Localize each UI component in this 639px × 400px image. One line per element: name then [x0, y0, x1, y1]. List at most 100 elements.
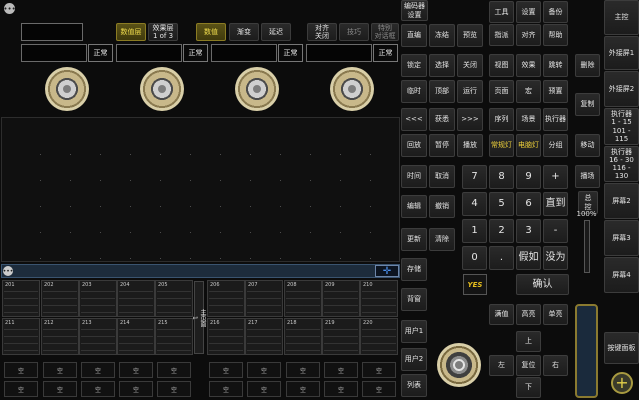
executor-16-30-button[interactable]: 执行器 16 - 30 116 - 130 — [604, 146, 639, 182]
table-cell[interactable]: 220 — [360, 318, 398, 355]
options-icon[interactable]: ••• — [3, 266, 13, 276]
up-button[interactable]: 上 — [516, 331, 541, 352]
right-button[interactable]: 右 — [543, 355, 568, 376]
special-dialog-button[interactable]: 特别 对话框 — [371, 23, 399, 41]
fader-knob[interactable] — [437, 343, 481, 387]
encoder-1-state[interactable]: 正常 — [88, 44, 113, 62]
wheel-scroll-track[interactable] — [575, 304, 598, 398]
reset-button[interactable]: 复位 — [516, 355, 541, 376]
table-cell[interactable]: 213 — [79, 318, 117, 355]
numpad-key-6[interactable]: 6 — [516, 192, 541, 216]
table-cell[interactable]: 209 — [322, 280, 360, 317]
highlight-button[interactable]: 高亮 — [516, 304, 541, 325]
executor-slot[interactable]: 空 — [247, 362, 281, 378]
executor-slot[interactable]: 空 — [362, 362, 396, 378]
encoder-knob-2[interactable] — [140, 67, 184, 111]
executor-slot[interactable]: 空 — [4, 381, 38, 397]
full-button[interactable]: 满值 — [489, 304, 514, 325]
key-row_a-1[interactable]: 冻结 — [429, 24, 455, 47]
values-layer-button[interactable]: 数值层 — [116, 23, 146, 41]
confirm-button[interactable]: 确认 — [516, 274, 569, 295]
field-button[interactable]: 播场 — [575, 165, 600, 188]
table-cell[interactable]: 218 — [284, 318, 322, 355]
crosshair-icon[interactable]: ✛ — [375, 265, 399, 277]
numpad-key-12[interactable]: 0 — [462, 246, 487, 270]
executor-slot[interactable]: 空 — [247, 381, 281, 397]
table-cell[interactable]: 215 — [155, 318, 193, 355]
table-cell[interactable]: 219 — [322, 318, 360, 355]
tools-key-0[interactable]: 工具 — [489, 1, 514, 23]
side-key-5[interactable]: 用户1 — [401, 320, 427, 343]
executor-slot[interactable]: 空 — [157, 381, 191, 397]
key-row_e-2[interactable]: 播放 — [457, 134, 483, 157]
executor-slot[interactable]: 空 — [286, 381, 320, 397]
key-row_c-0[interactable]: 临时 — [401, 80, 427, 103]
light-key-2[interactable]: 分组 — [543, 134, 568, 157]
screen-3-button[interactable]: 屏幕3 — [604, 220, 639, 256]
view-key-1[interactable]: 效果 — [516, 54, 541, 77]
key-row_b-1[interactable]: 选择 — [429, 54, 455, 77]
screen-2-button[interactable]: 屏幕2 — [604, 183, 639, 219]
tools2-key-1[interactable]: 对齐 — [516, 24, 541, 46]
solo-button[interactable]: 单亮 — [543, 304, 568, 325]
menu-icon[interactable]: ••• — [3, 3, 16, 14]
tab-fade[interactable]: 渐变 — [229, 23, 259, 41]
side-b-key-0[interactable]: 取消 — [429, 165, 455, 188]
table-cell[interactable]: 214 — [117, 318, 155, 355]
encoder-knob-4[interactable] — [330, 67, 374, 111]
numpad-key-2[interactable]: 9 — [516, 165, 541, 189]
table-cell[interactable]: 208 — [284, 280, 322, 317]
table-cell[interactable]: 207 — [245, 280, 283, 317]
main-page-label[interactable]: 主页面 1 — [191, 281, 206, 354]
side-key-2[interactable]: 更新 — [401, 228, 427, 251]
external-screen-2-button[interactable]: 外接屏2 — [604, 71, 639, 107]
main-view-area[interactable] — [1, 117, 400, 262]
executor-slot[interactable]: 空 — [324, 381, 358, 397]
tools-key-2[interactable]: 备份 — [543, 1, 568, 23]
view-key-2[interactable]: 跳转 — [543, 54, 568, 77]
key-row_a-0[interactable]: 直编 — [401, 24, 427, 47]
numpad-key-13[interactable]: . — [489, 246, 514, 270]
view-key-0[interactable]: 视图 — [489, 54, 514, 77]
numpad-key-8[interactable]: 1 — [462, 219, 487, 243]
page-key-0[interactable]: 页面 — [489, 80, 514, 103]
tricks-button[interactable]: 技巧 — [339, 23, 369, 41]
page-key-2[interactable]: 预置 — [543, 80, 568, 103]
seq-key-1[interactable]: 场景 — [516, 108, 541, 131]
main-control-button[interactable]: 主控 — [604, 0, 639, 35]
grandmaster-fader[interactable] — [584, 220, 590, 273]
numpad-key-0[interactable]: 7 — [462, 165, 487, 189]
key-row_d-1[interactable]: 获悉 — [429, 108, 455, 131]
tab-delay[interactable]: 延迟 — [261, 23, 291, 41]
executor-slot[interactable]: 空 — [362, 381, 396, 397]
tools2-key-0[interactable]: 指派 — [489, 24, 514, 46]
keypad-panel-button[interactable]: 按键面板 — [604, 332, 639, 364]
key-row_e-0[interactable]: 回放 — [401, 134, 427, 157]
light-key-1[interactable]: 电脑灯 — [516, 134, 541, 157]
encoder-2-state[interactable]: 正常 — [183, 44, 208, 62]
seq-key-2[interactable]: 执行器 — [543, 108, 568, 131]
move-button[interactable]: 移动 — [575, 134, 600, 157]
side-key-4[interactable]: 背窗 — [401, 288, 427, 311]
numpad-key-10[interactable]: 3 — [516, 219, 541, 243]
table-cell[interactable]: 210 — [360, 280, 398, 317]
encoder-4-state[interactable]: 正常 — [373, 44, 398, 62]
executor-slot[interactable]: 空 — [286, 362, 320, 378]
executor-slot[interactable]: 空 — [324, 362, 358, 378]
down-button[interactable]: 下 — [516, 377, 541, 398]
numpad-key-9[interactable]: 2 — [489, 219, 514, 243]
tab-values[interactable]: 数值 — [196, 23, 226, 41]
align-off-button[interactable]: 对齐 关闭 — [307, 23, 337, 41]
key-row_c-1[interactable]: 顶部 — [429, 80, 455, 103]
key-row_c-2[interactable]: 运行 — [457, 80, 483, 103]
executor-slot[interactable]: 空 — [81, 362, 115, 378]
encoder-knob-3[interactable] — [235, 67, 279, 111]
side-b-key-2[interactable]: 清除 — [429, 228, 455, 251]
table-cell[interactable]: 206 — [207, 280, 245, 317]
table-cell[interactable]: 202 — [41, 280, 79, 317]
side-key-0[interactable]: 时间 — [401, 165, 427, 188]
executor-slot[interactable]: 空 — [119, 362, 153, 378]
executor-slot[interactable]: 空 — [4, 362, 38, 378]
table-cell[interactable]: 212 — [41, 318, 79, 355]
executor-slot[interactable]: 空 — [81, 381, 115, 397]
